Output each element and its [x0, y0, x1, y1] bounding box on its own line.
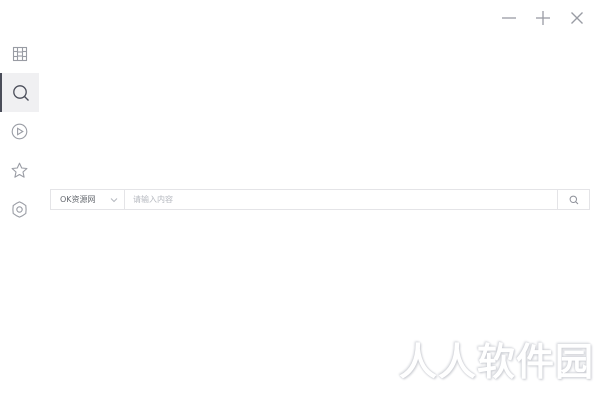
- sidebar-item-search[interactable]: [0, 73, 39, 112]
- window-controls: [494, 6, 592, 30]
- play-circle-icon: [11, 123, 28, 140]
- close-icon: [571, 12, 583, 24]
- minimize-button[interactable]: [494, 6, 524, 30]
- chevron-down-icon: [110, 197, 118, 202]
- search-bar: OK资源网: [50, 189, 590, 210]
- search-icon: [569, 195, 578, 204]
- gear-icon: [12, 201, 27, 218]
- minimize-icon: [502, 17, 516, 19]
- sidebar: [0, 34, 39, 229]
- sidebar-item-favorites[interactable]: [0, 151, 39, 190]
- star-icon: [11, 162, 28, 178]
- close-button[interactable]: [562, 6, 592, 30]
- plus-icon: [536, 11, 550, 25]
- sidebar-item-library[interactable]: [0, 34, 39, 73]
- sidebar-item-settings[interactable]: [0, 190, 39, 229]
- search-button[interactable]: [557, 190, 589, 209]
- maximize-button[interactable]: [528, 6, 558, 30]
- film-grid-icon: [12, 46, 27, 61]
- sidebar-item-player[interactable]: [0, 112, 39, 151]
- source-select-value: OK资源网: [60, 195, 96, 204]
- search-icon: [12, 84, 29, 101]
- watermark-text: 人人软件园: [398, 340, 594, 384]
- search-input[interactable]: [125, 190, 557, 209]
- source-select[interactable]: OK资源网: [51, 190, 125, 209]
